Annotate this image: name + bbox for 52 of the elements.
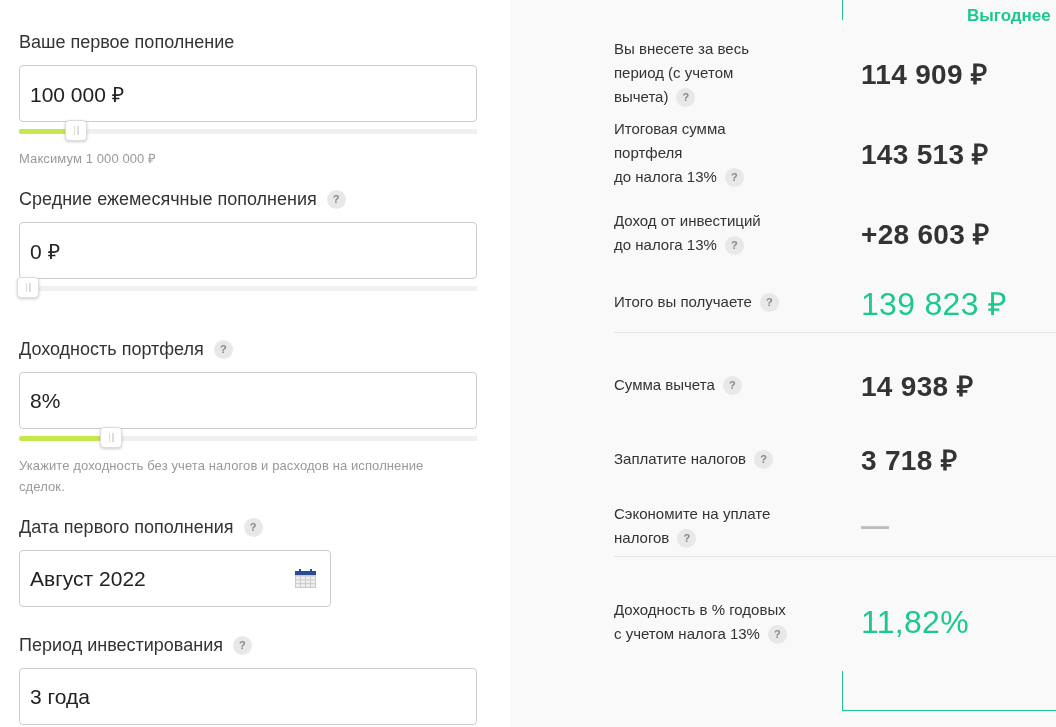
result-value: 139 823 ₽ [861,284,1009,324]
result-value: +28 603 ₽ [861,218,991,252]
slider-handle[interactable] [100,427,123,448]
result-value: 143 513 ₽ [861,138,990,172]
help-icon[interactable]: ? [724,167,744,187]
help-icon[interactable]: ? [767,624,787,644]
field-hint: Укажите доходность без учета налогов и расходов на исполнение сделок. [19,457,425,496]
help-icon[interactable]: ? [759,292,779,312]
result-label: до налога 13% [614,235,717,255]
help-icon[interactable]: ? [676,87,696,107]
amount-field[interactable]: 8% [19,372,477,429]
amount-field[interactable]: 0 ₽ [19,222,477,279]
help-icon[interactable]: ? [232,635,252,655]
field-hint: Максимум 1 000 000 ₽ [19,150,158,168]
date-field[interactable]: Август 2022 [19,550,331,607]
result-label: Итоговая сумма [614,119,726,139]
slider-handle[interactable] [17,277,39,298]
help-icon[interactable]: ? [677,528,697,548]
result-label: Заплатите налогов [614,449,747,469]
result-label: налогов [614,528,670,548]
amount-field[interactable]: 100 000 ₽ [19,65,477,122]
calendar-icon [295,569,316,588]
result-label: Сумма вычета [614,375,715,395]
result-label: Доход от инвестиций [614,211,761,231]
result-value: — [861,510,891,542]
result-value: 114 909 ₽ [861,58,989,92]
field-label: Ваше первое пополнение [19,31,235,53]
result-label: Вы внесете за весь [614,39,749,59]
result-label: вычета) [614,87,669,107]
column-title: Выгоднее [966,5,1052,27]
result-label: с учетом налога 13% [614,624,760,644]
help-icon[interactable]: ? [326,189,346,209]
help-icon[interactable]: ? [754,449,774,469]
field-label: Средние ежемесячные пополнения [19,188,317,210]
result-label: период (с учетом [614,63,734,83]
result-value: 11,82% [861,603,970,641]
result-value: 3 718 ₽ [861,444,958,478]
result-label: Итого вы получаете [614,292,752,312]
help-icon[interactable]: ? [213,339,233,359]
help-icon[interactable]: ? [243,517,263,537]
field-label: Период инвестирования [19,634,223,656]
result-label: портфеля [614,143,683,163]
help-icon[interactable]: ? [722,375,742,395]
result-value: 14 938 ₽ [861,370,974,404]
period-field[interactable]: 3 года [19,668,477,725]
help-icon[interactable]: ? [724,235,744,255]
field-label: Дата первого пополнения [19,516,234,538]
result-label: Доходность в % годовых [614,600,786,620]
result-label: Сэкономите на уплате [614,504,771,524]
field-label: Доходность портфеля [19,338,204,360]
slider-handle[interactable] [65,120,88,141]
result-label: до налога 13% [614,167,717,187]
